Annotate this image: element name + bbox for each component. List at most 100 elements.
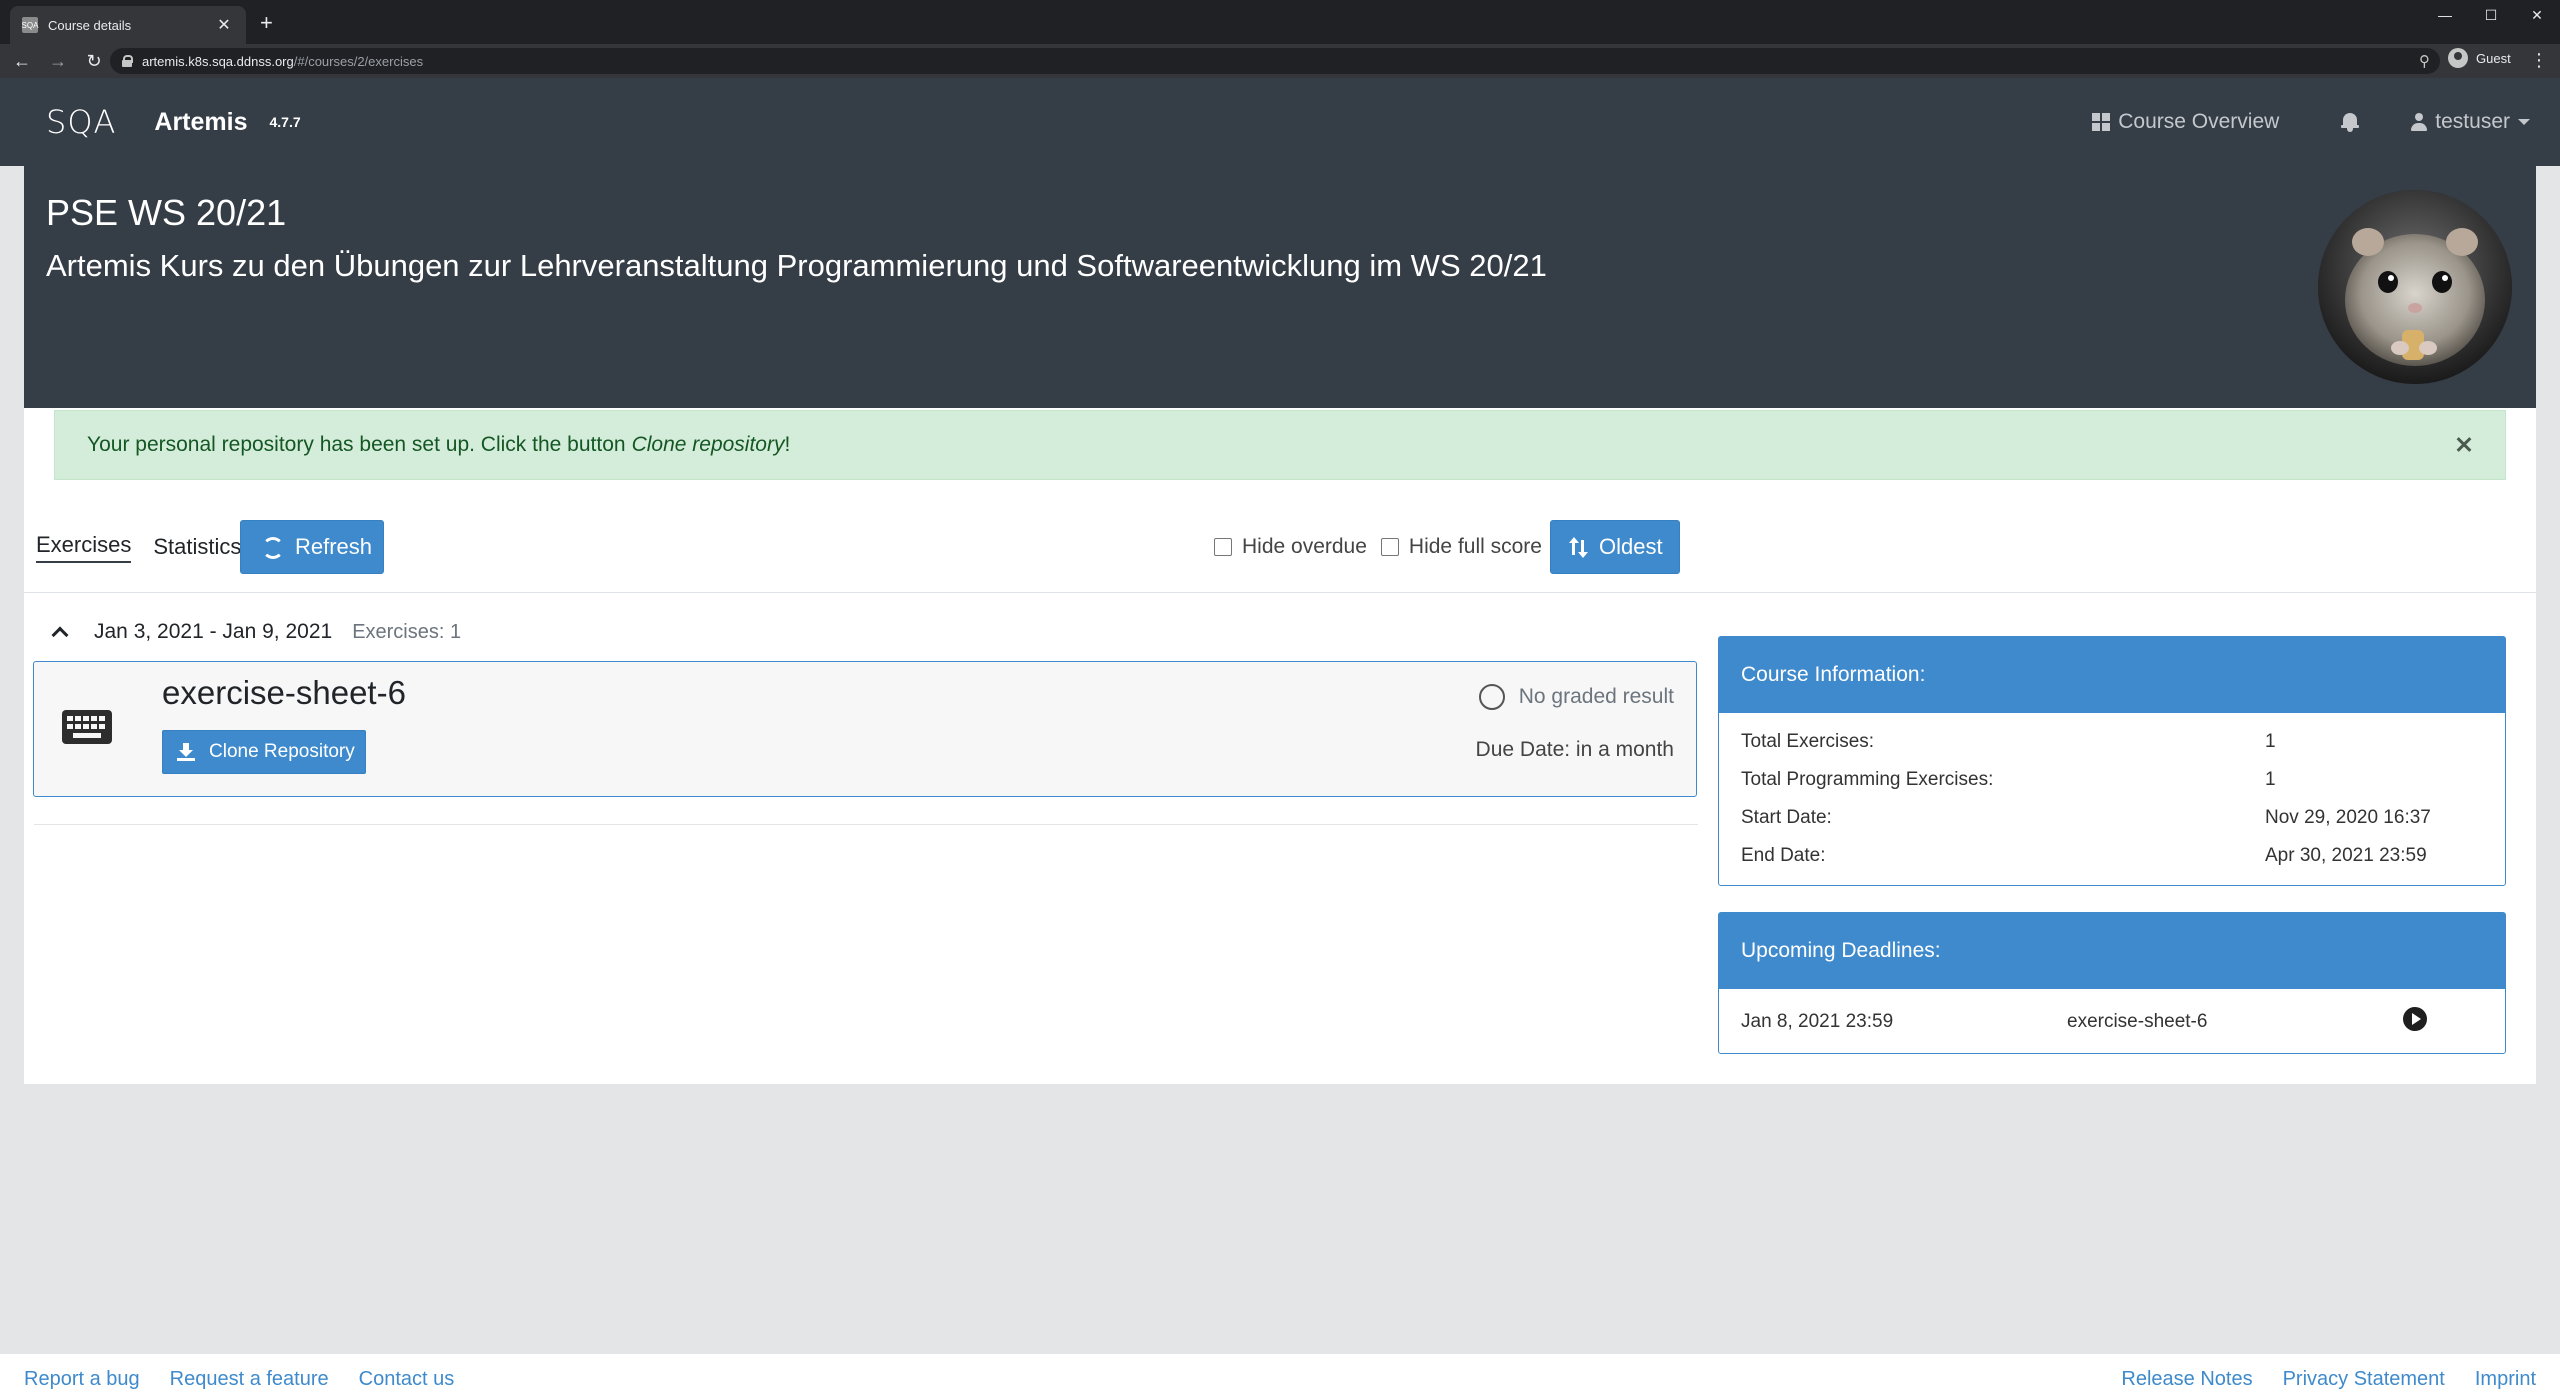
deadline-date: Jan 8, 2021 23:59 xyxy=(1741,1011,1894,1032)
course-information-card: Course Information: Total Exercises: 1 T… xyxy=(1718,636,2506,886)
report-bug-link[interactable]: Report a bug xyxy=(24,1368,140,1391)
exercise-filters: Hide overdue Hide full score xyxy=(1214,520,1556,574)
new-tab-button[interactable]: + xyxy=(260,12,273,34)
privacy-statement-link[interactable]: Privacy Statement xyxy=(2283,1368,2445,1391)
info-value: Nov 29, 2020 16:37 xyxy=(2265,807,2431,828)
refresh-icon xyxy=(261,536,284,559)
course-description: Artemis Kurs zu den Übungen zur Lehrvera… xyxy=(46,248,1547,283)
bell-icon[interactable] xyxy=(2341,112,2360,132)
refresh-label: Refresh xyxy=(295,534,373,559)
course-overview-label: Course Overview xyxy=(2118,110,2280,133)
deadline-exercise-name: exercise-sheet-6 xyxy=(2067,1011,2208,1032)
play-icon[interactable] xyxy=(2403,1007,2427,1031)
hide-overdue-label[interactable]: Hide overdue xyxy=(1242,535,1367,559)
user-menu[interactable]: testuser xyxy=(2411,110,2530,134)
tab-exercises[interactable]: Exercises xyxy=(36,532,132,563)
reload-icon[interactable]: ↻ xyxy=(80,47,108,75)
keyboard-icon xyxy=(62,710,112,744)
deadline-row[interactable]: Jan 8, 2021 23:59 exercise-sheet-6 xyxy=(1741,1007,2481,1033)
course-overview-link[interactable]: Course Overview xyxy=(2092,110,2279,134)
browser-tab-bar: SQA Course details ✕ + — ☐ ✕ xyxy=(0,0,2560,44)
close-icon[interactable] xyxy=(2453,433,2475,455)
contact-link[interactable]: Contact us xyxy=(359,1368,455,1391)
request-feature-link[interactable]: Request a feature xyxy=(170,1368,329,1391)
url-path: /#/courses/2/exercises xyxy=(293,53,424,69)
clone-repository-button[interactable]: Clone Repository xyxy=(162,730,366,774)
sort-label: Oldest xyxy=(1599,534,1663,559)
tab-title: Course details xyxy=(48,17,132,33)
exercise-card[interactable]: exercise-sheet-6 Clone Repository No gra… xyxy=(33,661,1697,797)
close-tab-icon[interactable]: ✕ xyxy=(214,15,234,35)
success-alert: Your personal repository has been set up… xyxy=(54,410,2506,480)
course-information-header: Course Information: xyxy=(1719,637,2505,713)
tab-statistics[interactable]: Statistics xyxy=(153,534,241,560)
alert-text: Your personal repository has been set up… xyxy=(87,433,626,456)
caret-down-icon xyxy=(2518,119,2530,125)
info-value: Apr 30, 2021 23:59 xyxy=(2265,845,2427,866)
refresh-button[interactable]: Refresh xyxy=(240,520,384,574)
info-value: 1 xyxy=(2265,731,2276,752)
sqa-logo[interactable]: SQA xyxy=(46,103,116,141)
minimize-icon[interactable]: — xyxy=(2422,0,2468,30)
info-row: Start Date: Nov 29, 2020 16:37 xyxy=(1741,807,2481,829)
week-group-header[interactable]: Jan 3, 2021 - Jan 9, 2021 Exercises: 1 xyxy=(51,620,462,644)
clone-repository-label: Clone Repository xyxy=(209,741,355,762)
app-name[interactable]: Artemis xyxy=(154,108,247,137)
info-label: Start Date: xyxy=(1741,807,1832,828)
address-bar[interactable]: artemis.k8s.sqa.ddnss.org /#/courses/2/e… xyxy=(110,48,2440,74)
lock-icon xyxy=(122,55,133,67)
week-exercise-count: Exercises: 1 xyxy=(352,620,462,643)
circle-icon xyxy=(1478,684,1505,710)
main-content: PSE WS 20/21 Artemis Kurs zu den Übungen… xyxy=(24,166,2536,1084)
alert-suffix: ! xyxy=(784,433,791,456)
info-label: End Date: xyxy=(1741,845,1826,866)
upcoming-deadlines-header: Upcoming Deadlines: xyxy=(1719,913,2505,989)
username: testuser xyxy=(2435,110,2510,133)
url-host: artemis.k8s.sqa.ddnss.org xyxy=(142,53,294,69)
download-icon xyxy=(177,743,195,761)
close-window-icon[interactable]: ✕ xyxy=(2514,0,2560,30)
profile-avatar-icon xyxy=(2448,48,2468,68)
course-title: PSE WS 20/21 xyxy=(46,192,287,233)
profile-button[interactable]: Guest xyxy=(2448,48,2511,68)
hide-full-score-checkbox[interactable] xyxy=(1380,538,1399,556)
divider xyxy=(24,592,2536,593)
week-range: Jan 3, 2021 - Jan 9, 2021 xyxy=(94,620,333,643)
browser-toolbar: ← → ↻ artemis.k8s.sqa.ddnss.org /#/cours… xyxy=(0,44,2560,78)
course-tabs: Exercises Statistics xyxy=(36,520,263,574)
sort-icon xyxy=(1569,537,1589,558)
footer: Report a bug Request a feature Contact u… xyxy=(0,1354,2560,1400)
divider xyxy=(34,824,1698,825)
info-row: Total Exercises: 1 xyxy=(1741,731,2481,753)
result-text: No graded result xyxy=(1518,685,1674,708)
sort-button[interactable]: Oldest xyxy=(1550,520,1680,574)
info-row: End Date: Apr 30, 2021 23:59 xyxy=(1741,845,2481,867)
forward-icon[interactable]: → xyxy=(44,47,72,75)
app-version: 4.7.7 xyxy=(269,114,301,130)
alert-emphasis: Clone repository xyxy=(631,433,785,456)
hide-full-score-label[interactable]: Hide full score xyxy=(1409,535,1542,559)
result-status: No graded result xyxy=(1478,684,1674,710)
maximize-icon[interactable]: ☐ xyxy=(2468,0,2514,30)
due-date: Due Date: in a month xyxy=(1475,738,1674,761)
info-value: 1 xyxy=(2265,769,2276,790)
release-notes-link[interactable]: Release Notes xyxy=(2121,1368,2252,1391)
info-row: Total Programming Exercises: 1 xyxy=(1741,769,2481,791)
imprint-link[interactable]: Imprint xyxy=(2475,1368,2536,1391)
exercise-title[interactable]: exercise-sheet-6 xyxy=(162,674,406,712)
hide-overdue-checkbox[interactable] xyxy=(1214,538,1232,556)
info-label: Total Programming Exercises: xyxy=(1741,769,1994,790)
browser-tab[interactable]: SQA Course details ✕ xyxy=(10,6,246,44)
chevron-up-icon[interactable] xyxy=(51,626,69,644)
course-header: PSE WS 20/21 Artemis Kurs zu den Übungen… xyxy=(24,166,2536,408)
zoom-icon[interactable]: ⚲ xyxy=(2419,52,2430,70)
window-controls: — ☐ ✕ xyxy=(2422,0,2560,30)
info-label: Total Exercises: xyxy=(1741,731,1875,752)
browser-menu-icon[interactable]: ⋮ xyxy=(2530,50,2548,71)
course-image xyxy=(2318,190,2512,384)
user-icon xyxy=(2411,113,2428,131)
favicon-icon: SQA xyxy=(22,17,38,33)
back-icon[interactable]: ← xyxy=(8,47,36,75)
app-navbar: SQA Artemis 4.7.7 Course Overview testus… xyxy=(0,78,2560,166)
upcoming-deadlines-card: Upcoming Deadlines: Jan 8, 2021 23:59 ex… xyxy=(1718,912,2506,1054)
